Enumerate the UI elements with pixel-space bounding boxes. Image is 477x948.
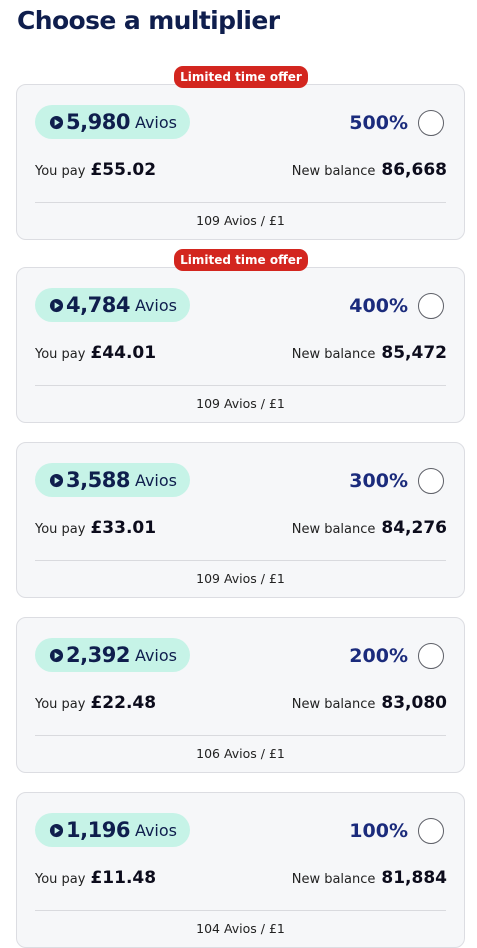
play-circle-icon — [49, 298, 64, 312]
new-balance-label: New balance — [291, 164, 376, 179]
conversion-rate: 106 Avios / £1 — [196, 746, 285, 761]
multiplier-percent: 100% — [349, 820, 408, 842]
you-pay-label: You pay — [35, 347, 86, 362]
radio-button-icon[interactable] — [418, 110, 444, 136]
avios-amount: 2,392 — [66, 643, 130, 667]
price-row: You pay £33.01 — [35, 518, 156, 538]
avios-unit: Avios — [134, 820, 177, 840]
divider — [35, 735, 446, 736]
price-row: You pay £11.48 — [35, 868, 156, 888]
avios-amount-pill: 3,588 Avios — [35, 463, 190, 497]
avios-amount: 1,196 — [66, 818, 130, 842]
conversion-rate: 104 Avios / £1 — [196, 921, 285, 936]
avios-amount: 4,784 — [66, 293, 130, 317]
limited-offer-badge: Limited time offer — [174, 249, 308, 271]
page-title: Choose a multiplier — [17, 6, 280, 35]
avios-unit: Avios — [134, 470, 177, 490]
play-circle-icon — [49, 823, 64, 837]
new-balance-value: 85,472 — [381, 343, 447, 363]
conversion-rate: 109 Avios / £1 — [196, 571, 285, 586]
new-balance-value: 81,884 — [381, 868, 447, 888]
play-circle-icon — [49, 648, 64, 662]
avios-unit: Avios — [134, 645, 177, 665]
avios-amount-pill: 4,784 Avios — [35, 288, 190, 322]
price-value: £33.01 — [90, 518, 157, 538]
play-circle-icon — [49, 473, 64, 487]
new-balance-label: New balance — [291, 872, 376, 887]
balance-row: New balance 84,276 — [292, 518, 447, 538]
avios-unit: Avios — [134, 112, 177, 132]
multiplier-option-200[interactable]: 2,392 Avios 200% You pay £22.48 New bala… — [16, 617, 465, 773]
new-balance-value: 83,080 — [381, 693, 447, 713]
multiplier-option-300[interactable]: 3,588 Avios 300% You pay £33.01 New bala… — [16, 442, 465, 598]
avios-unit: Avios — [134, 295, 177, 315]
multiplier-option-100[interactable]: 1,196 Avios 100% You pay £11.48 New bala… — [16, 792, 465, 948]
price-value: £11.48 — [90, 868, 157, 888]
price-row: You pay £55.02 — [35, 160, 156, 180]
price-row: You pay £22.48 — [35, 693, 156, 713]
multiplier-option-400[interactable]: Limited time offer 4,784 Avios 400% You … — [16, 249, 465, 423]
radio-button-icon[interactable] — [418, 293, 444, 319]
balance-row: New balance 83,080 — [292, 693, 447, 713]
divider — [35, 385, 446, 386]
avios-amount: 3,588 — [66, 468, 130, 492]
play-circle-icon — [49, 115, 64, 129]
radio-button-icon[interactable] — [418, 818, 444, 844]
divider — [35, 910, 446, 911]
you-pay-label: You pay — [35, 697, 86, 712]
conversion-rate: 109 Avios / £1 — [196, 396, 285, 411]
you-pay-label: You pay — [35, 522, 86, 537]
new-balance-label: New balance — [291, 522, 376, 537]
price-row: You pay £44.01 — [35, 343, 156, 363]
avios-amount-pill: 1,196 Avios — [35, 813, 190, 847]
new-balance-value: 84,276 — [381, 518, 447, 538]
you-pay-label: You pay — [35, 872, 86, 887]
multiplier-percent: 500% — [349, 112, 408, 134]
radio-button-icon[interactable] — [418, 468, 444, 494]
new-balance-label: New balance — [291, 697, 376, 712]
divider — [35, 202, 446, 203]
price-value: £44.01 — [90, 343, 157, 363]
multiplier-percent: 200% — [349, 645, 408, 667]
new-balance-label: New balance — [291, 347, 376, 362]
multiplier-percent: 400% — [349, 295, 408, 317]
price-value: £22.48 — [90, 693, 157, 713]
multiplier-option-500[interactable]: Limited time offer 5,980 Avios 500% You … — [16, 66, 465, 240]
radio-button-icon[interactable] — [418, 643, 444, 669]
avios-amount-pill: 5,980 Avios — [35, 105, 190, 139]
you-pay-label: You pay — [35, 164, 86, 179]
price-value: £55.02 — [90, 160, 157, 180]
balance-row: New balance 85,472 — [292, 343, 447, 363]
limited-offer-badge: Limited time offer — [174, 66, 308, 88]
avios-amount-pill: 2,392 Avios — [35, 638, 190, 672]
balance-row: New balance 86,668 — [292, 160, 447, 180]
new-balance-value: 86,668 — [381, 160, 447, 180]
avios-amount: 5,980 — [66, 110, 130, 134]
conversion-rate: 109 Avios / £1 — [196, 213, 285, 228]
divider — [35, 560, 446, 561]
multiplier-percent: 300% — [349, 470, 408, 492]
balance-row: New balance 81,884 — [292, 868, 447, 888]
